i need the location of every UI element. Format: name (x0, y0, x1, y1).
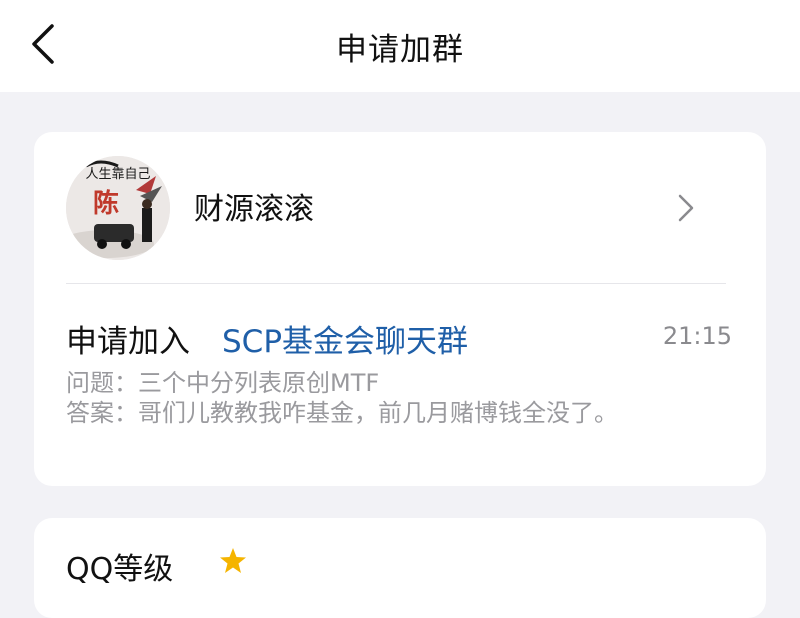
avatar[interactable]: 人生靠自己 陈 (66, 156, 170, 260)
divider (66, 283, 726, 284)
svg-text:人生靠自己: 人生靠自己 (85, 167, 150, 182)
applicant-row[interactable]: 人生靠自己 陈 财源滚滚 (34, 132, 766, 282)
qq-level-card[interactable]: QQ等级 (34, 518, 766, 618)
applicant-name: 财源滚滚 (194, 192, 314, 227)
request-action-label: 申请加入 (66, 324, 190, 360)
chevron-right-icon (674, 190, 698, 226)
request-time: 21:15 (662, 322, 732, 350)
request-question: 问题：三个中分列表原创MTF (66, 369, 380, 397)
group-name-link[interactable]: SCP基金会聊天群 (222, 324, 468, 360)
top-bar: 申请加群 (0, 0, 800, 92)
page-title: 申请加群 (336, 32, 464, 68)
svg-text:陈: 陈 (93, 188, 119, 219)
request-card: 人生靠自己 陈 财源滚滚 申请加入 SCP基金会聊天群 21:15 问题：三个中分… (34, 132, 766, 486)
request-line: 申请加入 SCP基金会聊天群 (66, 316, 468, 361)
qq-level-label: QQ等级 (66, 552, 174, 587)
star-icon (218, 546, 248, 576)
request-answer: 答案：哥们儿教教我咋基金，前几月赌博钱全没了。 (66, 399, 618, 427)
avatar-image: 人生靠自己 陈 (66, 156, 170, 260)
